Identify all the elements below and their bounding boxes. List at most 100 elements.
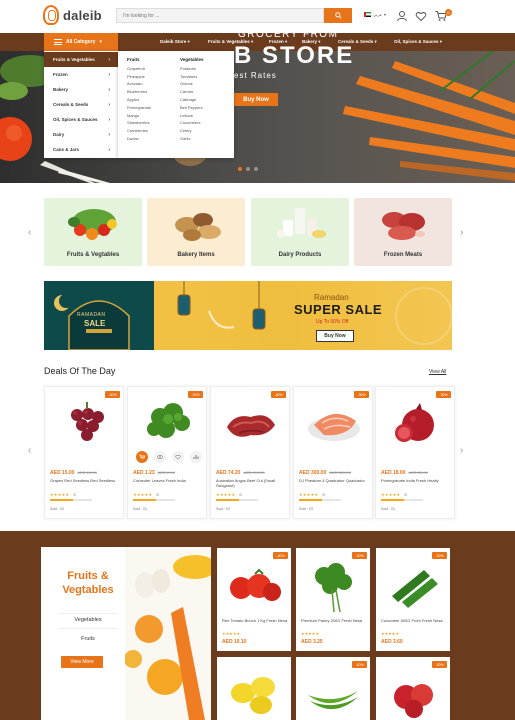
heart-icon[interactable] [415, 10, 427, 22]
dropdown-item-cans-jars[interactable]: Cans & Jars › [44, 142, 118, 157]
dropdown-item-frozen[interactable]: Frozen › [44, 67, 118, 82]
subcategory-link[interactable]: Tomatoes [180, 73, 204, 81]
ramadan-sale-banner[interactable]: RAMADAN SALE [44, 281, 452, 350]
product-card[interactable]: -20% AED 1.23 AED 2.00 Coriander Leaves F… [127, 386, 207, 519]
product-card[interactable]: -30% Cucumber 500G From Fresh Nesa ★★★★★… [376, 548, 450, 651]
category-label: Dairy Products [278, 252, 322, 258]
deals-prev-arrow[interactable]: ‹ [28, 445, 31, 456]
product-card[interactable]: -40% Red Tomato Bunch 1 Kg Fresh Nesa ★★… [217, 548, 291, 651]
product-card[interactable]: -20% Premium Parley 200G Fresh Nesa ★★★★… [296, 548, 370, 651]
category-card-frozen-meats[interactable]: Frozen Meats [354, 198, 452, 266]
subcategory-link[interactable]: Mango [127, 112, 151, 120]
subcategory-link[interactable]: Carrots [180, 88, 204, 96]
view-more-button[interactable]: View More [61, 656, 103, 668]
product-name[interactable]: Grapes Red Seedless Red Seedless [50, 478, 120, 483]
logo-icon [43, 5, 59, 25]
sold-progress-bar [50, 499, 92, 501]
banner-buy-now-button[interactable]: Buy Now [316, 330, 354, 342]
slider-dot-2[interactable] [246, 167, 250, 171]
product-name[interactable]: Coriander Leaves Fresh India [133, 478, 203, 483]
subcategory-link[interactable]: Lettuce [180, 112, 204, 120]
vegetables-column: Vegetables Potatoes Tomatoes Onions Carr… [180, 56, 204, 143]
slider-dot-1[interactable] [238, 167, 242, 171]
dropdown-item-bakery[interactable]: Bakery › [44, 82, 118, 97]
sold-count: Sold : 03 [299, 507, 313, 511]
vegetables-heading: Vegetables [180, 57, 204, 62]
chevron-down-icon: ▾ [384, 12, 387, 17]
product-card[interactable]: -30% [376, 657, 450, 720]
product-name[interactable]: Red Tomato Bunch 1 Kg Fresh Nesa [222, 618, 290, 623]
product-price: AED 18.00 AED 22.00 [381, 470, 428, 476]
product-card[interactable]: -30% AED 15.00 AED 24.00 Grapes Red Seedl… [44, 386, 124, 519]
subcategory-link[interactable]: Blueberries [127, 88, 151, 96]
category-card-fruits-vegetables[interactable]: Fruits & Vegtables [44, 198, 142, 266]
product-name[interactable]: Pomegranate India Fresh Healty [381, 478, 451, 483]
subcategory-link[interactable]: Grapefruit [127, 65, 151, 73]
product-image-salmon [308, 413, 360, 441]
product-old-price: AED 320.00 [329, 470, 351, 475]
subcategory-link[interactable]: Bell Peppers [180, 104, 204, 112]
dropdown-item-cereals-seeds[interactable]: Cereals & Seeds › [44, 97, 118, 112]
all-category-label: All Category [66, 39, 96, 45]
all-category-button[interactable]: All Category ▾ [44, 33, 118, 51]
discount-badge: -20% [188, 391, 203, 398]
user-icon[interactable] [396, 10, 408, 22]
search-button[interactable] [324, 8, 352, 23]
logo[interactable]: daleib [43, 5, 102, 25]
category-card-dairy[interactable]: Dairy Products [251, 198, 349, 266]
nav-item-oil-spices-sauces[interactable]: Oil, Spices & Sauces ▾ [394, 39, 442, 45]
subcategory-link[interactable]: Pomegranate [127, 104, 151, 112]
nav-item-daleib-store[interactable]: Daleib Store ▾ [160, 39, 190, 45]
product-image-grapes [71, 402, 104, 441]
subcategory-link[interactable]: Cabbage [180, 96, 204, 104]
chevron-down-icon: ▾ [99, 39, 102, 45]
subcategory-link[interactable]: Avocado [127, 80, 151, 88]
product-name[interactable]: DJ Pheatom 4 Quadrador Quadrador [299, 478, 369, 483]
search-input[interactable] [116, 8, 324, 23]
subcategory-link[interactable]: Pineapple [127, 73, 151, 81]
compare-action[interactable] [190, 451, 202, 463]
deals-next-arrow[interactable]: › [460, 445, 463, 456]
dropdown-item-fruits-vegetables[interactable]: Fruits & Vegetables › [44, 52, 118, 67]
subcategory-link[interactable]: Celery [180, 127, 204, 135]
category-card-bakery[interactable]: Bakery Items [147, 198, 245, 266]
product-name[interactable]: Premium Parley 200G Fresh Nesa [301, 618, 369, 623]
product-rating: ★★★★★ 0 [299, 492, 325, 497]
product-card[interactable]: -30% AED 300.00 AED 320.00 DJ Pheatom 4 Q… [293, 386, 373, 519]
quick-view-action[interactable] [154, 451, 166, 463]
hero-buy-now-button[interactable]: Buy Now [234, 93, 278, 106]
category-label: Fruits & Vegtables [66, 252, 120, 258]
subcategory-link[interactable]: Onions [180, 80, 204, 88]
subcategory-link[interactable]: Cucumbers [180, 119, 204, 127]
language-selector[interactable]: عربي ▾ [364, 12, 386, 17]
subcategory-link[interactable]: Strawberries [127, 119, 151, 127]
product-image-cucumber [392, 570, 438, 608]
panel-link-fruits[interactable]: Fruits [51, 636, 125, 642]
category-next-arrow[interactable]: › [460, 227, 463, 238]
product-price: AED 74.20 AED 110.00 [216, 470, 265, 476]
slider-dot-3[interactable] [254, 167, 258, 171]
product-name[interactable]: Cucumber 500G From Fresh Nesa [381, 618, 449, 623]
wishlist-action[interactable] [172, 451, 184, 463]
subcategory-link[interactable]: Potatoes [180, 65, 204, 73]
uae-flag-icon [364, 12, 371, 17]
product-card[interactable]: -30% AED 18.00 AED 22.00 Pomegranate Indi… [375, 386, 455, 519]
category-label: Frozen Meats [383, 252, 423, 258]
product-name[interactable]: Australian Angus Beef Cut (Small Strogan… [216, 478, 286, 488]
dropdown-item-dairy[interactable]: Dairy › [44, 127, 118, 142]
sold-count: Sold : 03 [381, 507, 395, 511]
deals-view-all-link[interactable]: View All [429, 369, 446, 375]
add-to-cart-action[interactable] [136, 451, 148, 463]
product-card[interactable]: -40% AED 74.20 AED 110.00 Australian Angu… [210, 386, 290, 519]
product-card[interactable]: -10% [296, 657, 370, 720]
subcategory-link[interactable]: Cranberries [127, 127, 151, 135]
category-prev-arrow[interactable]: ‹ [28, 227, 31, 238]
subcategory-link[interactable]: Garlic [180, 135, 204, 143]
logo-text: daleib [63, 7, 102, 23]
panel-link-vegetables[interactable]: Vegetables [51, 617, 125, 623]
subcategory-link[interactable]: Apples [127, 96, 151, 104]
subcategory-link[interactable]: Durian [127, 135, 151, 143]
product-card[interactable] [217, 657, 291, 720]
product-rating: ★★★★★ [301, 631, 319, 636]
dropdown-item-oil-spices-sauces[interactable]: Oil, Spices & Sauces › [44, 112, 118, 127]
